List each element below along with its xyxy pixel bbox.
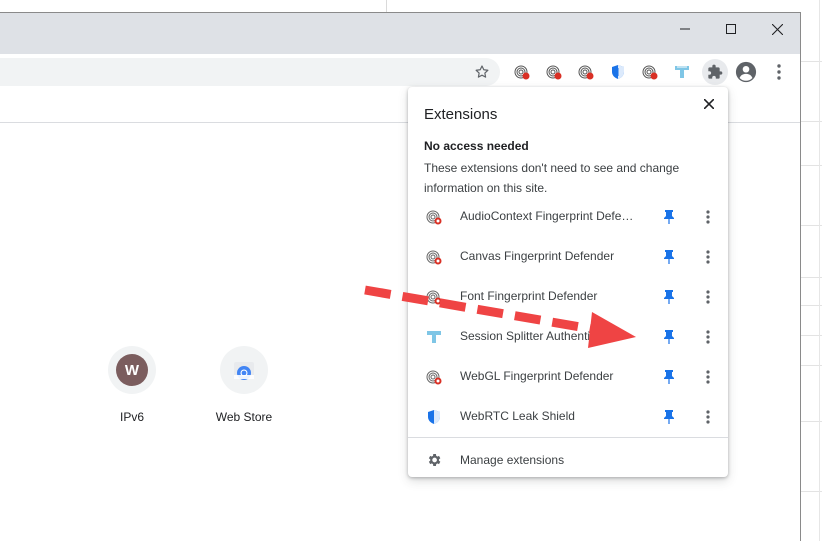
shortcut-tile: W <box>108 346 156 394</box>
extension-row[interactable]: Font Fingerprint Defender <box>408 277 728 317</box>
pin-icon[interactable] <box>661 369 677 385</box>
more-options-icon[interactable] <box>700 287 716 307</box>
extension-name: WebGL Fingerprint Defender <box>460 369 614 383</box>
address-bar[interactable] <box>0 58 500 86</box>
popup-divider <box>408 437 728 438</box>
background-page-edge <box>801 0 822 541</box>
more-options-icon[interactable] <box>700 407 716 427</box>
fingerprint-icon <box>426 289 442 305</box>
shortcut-label: IPv6 <box>119 410 144 424</box>
shield-icon <box>426 409 442 425</box>
webgl-defender-icon[interactable] <box>638 60 662 84</box>
more-options-icon[interactable] <box>700 247 716 267</box>
extension-name: WebRTC Leak Shield <box>460 409 575 423</box>
session-splitter-icon[interactable] <box>670 60 694 84</box>
session-splitter-icon <box>426 329 442 345</box>
close-icon[interactable] <box>698 93 720 115</box>
extensions-popup: Extensions No access needed These extens… <box>408 87 728 477</box>
pin-icon[interactable] <box>661 329 677 345</box>
more-options-icon[interactable] <box>700 367 716 387</box>
extension-row[interactable]: Canvas Fingerprint Defender <box>408 237 728 277</box>
canvas-defender-icon[interactable] <box>542 60 566 84</box>
web-store-icon <box>220 346 268 394</box>
extension-row[interactable]: AudioContext Fingerprint Defender <box>408 197 728 237</box>
close-icon[interactable] <box>754 13 800 45</box>
pin-icon[interactable] <box>661 209 677 225</box>
extension-row[interactable]: WebRTC Leak Shield <box>408 397 728 437</box>
extension-name: Font Fingerprint Defender <box>460 289 598 303</box>
manage-extensions-label: Manage extensions <box>460 453 565 467</box>
star-icon[interactable] <box>470 60 494 84</box>
maximize-icon[interactable] <box>708 13 754 45</box>
pin-icon[interactable] <box>661 409 677 425</box>
font-defender-icon[interactable] <box>574 60 598 84</box>
background-window-strip <box>0 0 801 12</box>
fingerprint-icon <box>426 369 442 385</box>
extension-row[interactable]: WebGL Fingerprint Defender <box>408 357 728 397</box>
extension-row[interactable]: Session Splitter Authentication <box>408 317 728 357</box>
more-options-icon[interactable] <box>700 327 716 347</box>
more-options-icon[interactable] <box>700 207 716 227</box>
popup-title: Extensions <box>424 106 498 123</box>
fingerprint-icon <box>426 209 442 225</box>
chrome-menu-icon[interactable] <box>767 60 791 84</box>
extensions-puzzle-icon[interactable] <box>702 59 728 85</box>
shortcut-letter-avatar: W <box>116 354 148 386</box>
minimize-icon[interactable] <box>662 13 708 45</box>
section-title: No access needed <box>424 139 529 153</box>
fingerprint-icon <box>426 249 442 265</box>
section-description: These extensions don't need to see and c… <box>424 161 680 195</box>
audiocontext-defender-icon[interactable] <box>510 60 534 84</box>
extension-name: AudioContext Fingerprint Defender <box>460 209 638 223</box>
pin-icon[interactable] <box>661 249 677 265</box>
extension-name: Canvas Fingerprint Defender <box>460 249 615 263</box>
manage-extensions-button[interactable]: Manage extensions <box>408 445 728 475</box>
pin-icon[interactable] <box>661 289 677 305</box>
extension-name: Session Splitter Authentication <box>460 329 623 343</box>
webrtc-shield-icon[interactable] <box>606 60 630 84</box>
browser-toolbar <box>0 54 800 90</box>
shortcut-label: Web Store <box>215 410 273 424</box>
title-bar <box>0 13 800 54</box>
gear-icon <box>428 454 441 466</box>
profile-avatar-icon[interactable] <box>734 60 758 84</box>
shortcut-ipv6[interactable]: W IPv6 <box>92 346 172 424</box>
shortcut-web-store[interactable]: Web Store <box>204 346 284 424</box>
